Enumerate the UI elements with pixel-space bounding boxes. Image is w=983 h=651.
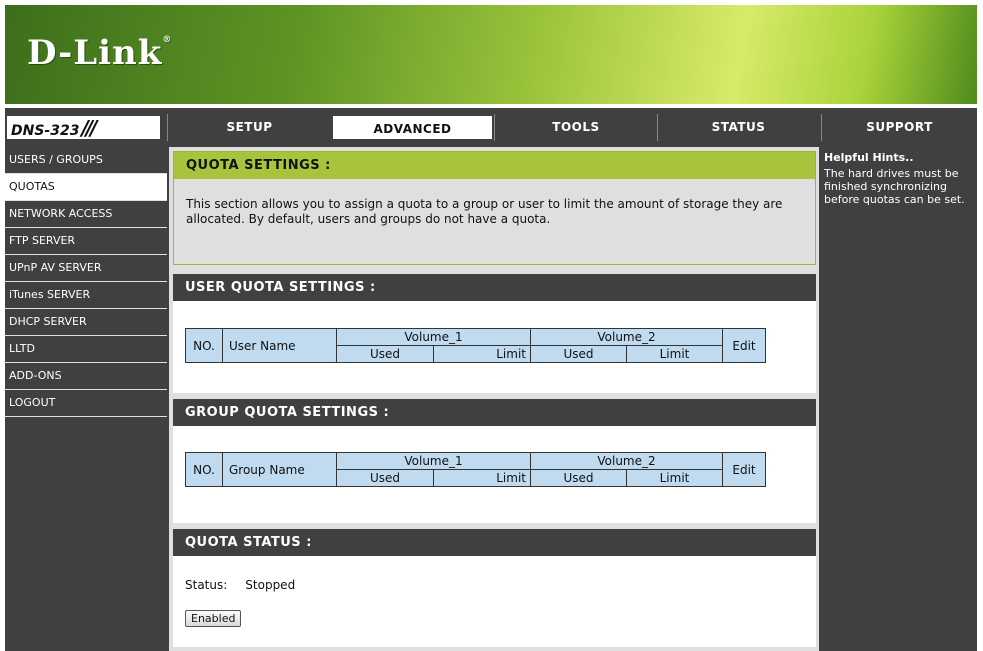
banner-divider [5,104,977,108]
sidebar-item-upnp-av-server[interactable]: UPnP AV SERVER [5,255,167,282]
status-row: Status: Stopped [173,556,816,592]
tab-status[interactable]: STATUS [657,114,819,141]
tab-advanced[interactable]: ADVANCED [331,114,494,141]
section-title: QUOTA SETTINGS : [174,152,815,179]
sidebar-item-quotas[interactable]: QUOTAS [5,174,167,201]
section-title: USER QUOTA SETTINGS : [173,274,816,301]
group-quota-table: NO. Group Name Volume_1 Volume_2 Edit Us… [185,452,766,487]
tab-support[interactable]: SUPPORT [821,114,977,141]
section-title: QUOTA STATUS : [173,529,816,556]
column-header-no: NO. [185,452,223,487]
sidebar-item-lltd[interactable]: LLTD [5,336,167,363]
app-frame: D-Link® DNS-323/// SETUP ADVANCED TOOLS … [5,5,977,651]
header-banner: D-Link® [5,5,977,108]
sidebar-item-logout[interactable]: LOGOUT [5,390,167,417]
column-header-no: NO. [185,328,223,363]
column-header-volume-2: Volume_2 [530,452,723,470]
column-header-limit: Limit [433,469,531,487]
helpful-hints-panel: Helpful Hints.. The hard drives must be … [821,147,977,651]
group-quota-section: GROUP QUOTA SETTINGS : NO. Group Name Vo… [173,399,816,523]
column-header-used: Used [336,469,434,487]
enabled-button[interactable]: Enabled [185,610,242,627]
column-header-used: Used [336,345,434,363]
status-label: Status: [185,578,228,592]
model-slashes: /// [81,116,97,140]
status-value: Stopped [245,578,296,592]
user-quota-section: USER QUOTA SETTINGS : NO. User Name Volu… [173,274,816,393]
column-header-volume-1: Volume_1 [336,452,531,470]
column-header-volume-1: Volume_1 [336,328,531,346]
column-header-used: Used [530,469,627,487]
hints-text: The hard drives must be finished synchro… [824,167,965,206]
user-quota-table: NO. User Name Volume_1 Volume_2 Edit Use… [185,328,766,363]
sidebar-item-users-groups[interactable]: USERS / GROUPS [5,147,167,174]
tab-tools[interactable]: TOOLS [494,114,657,141]
column-header-edit: Edit [722,452,766,487]
column-header-limit: Limit [626,345,723,363]
hints-title: Helpful Hints.. [824,151,914,164]
sidebar: USERS / GROUPS QUOTAS NETWORK ACCESS FTP… [5,147,167,417]
quota-status-section: QUOTA STATUS : Status: Stopped Enabled [173,529,816,647]
model-label: DNS-323/// [5,114,162,141]
dlink-logo: D-Link® [27,33,173,73]
column-header-edit: Edit [722,328,766,363]
section-description: This section allows you to assign a quot… [186,197,783,226]
column-header-used: Used [530,345,627,363]
column-header-volume-2: Volume_2 [530,328,723,346]
model-name: DNS-323 [11,123,80,139]
quota-settings-section: QUOTA SETTINGS : This section allows you… [173,151,816,265]
sidebar-item-add-ons[interactable]: ADD-ONS [5,363,167,390]
tab-setup[interactable]: SETUP [167,114,331,141]
section-title: GROUP QUOTA SETTINGS : [173,399,816,426]
column-header-limit: Limit [626,469,723,487]
sidebar-item-dhcp-server[interactable]: DHCP SERVER [5,309,167,336]
column-header-user-name: User Name [222,328,337,363]
main-content: QUOTA SETTINGS : This section allows you… [169,147,819,651]
column-header-group-name: Group Name [222,452,337,487]
sidebar-item-network-access[interactable]: NETWORK ACCESS [5,201,167,228]
sidebar-item-ftp-server[interactable]: FTP SERVER [5,228,167,255]
sidebar-item-itunes-server[interactable]: iTunes SERVER [5,282,167,309]
column-header-limit: Limit [433,345,531,363]
top-nav: DNS-323/// SETUP ADVANCED TOOLS STATUS S… [5,114,977,141]
